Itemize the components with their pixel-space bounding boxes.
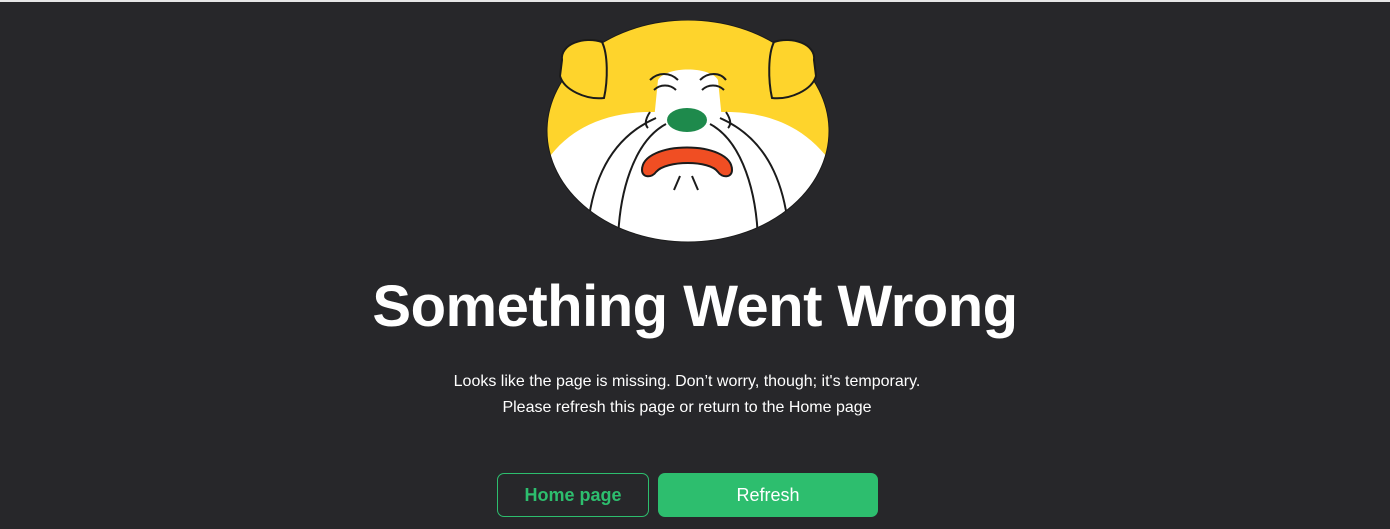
error-message-line-1: Looks like the page is missing. Don’t wo… [453,373,921,390]
window-top-edge [0,0,1390,2]
sad-dog-face-icon [546,20,830,243]
error-message-line-2: Please refresh this page or return to th… [502,399,872,416]
page-title: Something Went Wrong [372,274,1018,339]
error-message: Looks like the page is missing. Don’t wo… [0,369,1374,421]
refresh-button[interactable]: Refresh [658,473,878,517]
home-page-button[interactable]: Home page [497,473,649,517]
